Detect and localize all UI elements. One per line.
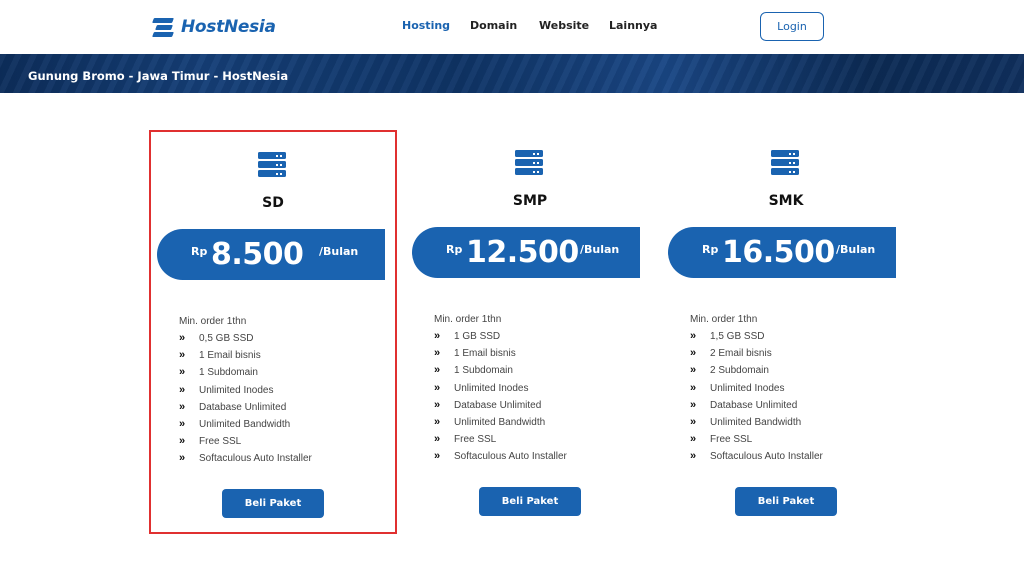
feature-item: » 0,5 GB SSD xyxy=(179,332,254,344)
feature-item: » Unlimited Inodes xyxy=(434,381,529,394)
banner-caption: Gunung Bromo - Jawa Timur - HostNesia xyxy=(28,69,289,83)
price-banner: Rp 12.500 /Bulan xyxy=(412,227,640,278)
price-period: /Bulan xyxy=(319,245,359,258)
login-button[interactable]: Login xyxy=(760,12,824,41)
chevron-right-icon: » xyxy=(434,398,441,411)
feature-item: » Unlimited Bandwidth xyxy=(690,415,802,428)
plan-name: SMK xyxy=(768,193,804,209)
chevron-right-icon: » xyxy=(690,398,697,411)
feature-item: » 1 GB SSD xyxy=(434,330,501,342)
buy-plan-button[interactable]: Beli Paket xyxy=(479,487,581,516)
plan-card-smk: SMK Rp 16.500 /Bulan Min. order 1thn » 1,… xyxy=(662,130,910,534)
nav-item-lainnya[interactable]: Lainnya xyxy=(609,19,657,32)
feature-list: Min. order 1thn » 1,5 GB SSD » 2 Email bis… xyxy=(690,313,823,468)
nav-item-hosting[interactable]: Hosting xyxy=(402,19,450,32)
chevron-right-icon: » xyxy=(690,330,697,342)
feature-item: » Free SSL xyxy=(690,433,753,446)
feature-item: » 1 Subdomain xyxy=(179,366,258,379)
chevron-right-icon: » xyxy=(690,347,697,360)
feature-item: » Softaculous Auto Installer xyxy=(690,450,823,463)
min-order: Min. order 1thn xyxy=(690,314,758,325)
feature-item: » 1 Subdomain xyxy=(434,364,513,377)
server-icon xyxy=(258,152,288,178)
feature-item: » 2 Email bisnis xyxy=(690,347,772,360)
chevron-right-icon: » xyxy=(179,435,186,448)
site-header: HostNesia Hosting Domain Website Lainnya… xyxy=(0,0,1024,54)
feature-item: » Softaculous Auto Installer xyxy=(434,450,567,463)
price-value: 12.500 xyxy=(466,235,579,270)
chevron-right-icon: » xyxy=(434,381,441,394)
feature-item: » 1,5 GB SSD xyxy=(690,330,765,342)
server-icon xyxy=(771,150,801,176)
chevron-right-icon: » xyxy=(434,330,441,342)
price-currency: Rp xyxy=(446,243,463,256)
feature-item: » Unlimited Bandwidth xyxy=(434,415,546,428)
price-banner: Rp 8.500 /Bulan xyxy=(157,229,385,280)
price-currency: Rp xyxy=(191,245,208,258)
feature-item: » Database Unlimited xyxy=(434,398,542,411)
chevron-right-icon: » xyxy=(179,366,186,379)
chevron-right-icon: » xyxy=(179,349,186,362)
chevron-right-icon: » xyxy=(434,347,441,360)
chevron-right-icon: » xyxy=(179,383,186,396)
chevron-right-icon: » xyxy=(179,452,186,465)
chevron-right-icon: » xyxy=(690,433,697,446)
feature-list: Min. order 1thn » 0,5 GB SSD » 1 Email bis… xyxy=(179,315,312,470)
feature-item: » Database Unlimited xyxy=(179,400,287,413)
chevron-right-icon: » xyxy=(179,332,186,344)
feature-item: » Unlimited Inodes xyxy=(179,383,274,396)
plan-card-smp: SMP Rp 12.500 /Bulan Min. order 1thn » 1 … xyxy=(406,130,654,534)
price-value: 8.500 xyxy=(211,237,304,272)
min-order: Min. order 1thn xyxy=(179,316,247,327)
chevron-right-icon: » xyxy=(434,450,441,463)
plan-name: SMP xyxy=(512,193,548,209)
plan-card-sd: SD Rp 8.500 /Bulan Min. order 1thn » 0,5 … xyxy=(149,130,397,534)
chevron-right-icon: » xyxy=(179,417,186,430)
feature-item: » Free SSL xyxy=(179,435,242,448)
buy-plan-button[interactable]: Beli Paket xyxy=(222,489,324,518)
plan-name: SD xyxy=(262,195,284,211)
min-order: Min. order 1thn xyxy=(434,314,502,325)
feature-item: » Unlimited Inodes xyxy=(690,381,785,394)
price-value: 16.500 xyxy=(722,235,835,270)
chevron-right-icon: » xyxy=(690,450,697,463)
feature-item: » 2 Subdomain xyxy=(690,364,769,377)
price-period: /Bulan xyxy=(836,243,876,256)
main-nav: Hosting Domain Website Lainnya xyxy=(0,19,1024,35)
price-currency: Rp xyxy=(702,243,719,256)
feature-item: » 1 Email bisnis xyxy=(179,349,261,362)
buy-plan-button[interactable]: Beli Paket xyxy=(735,487,837,516)
chevron-right-icon: » xyxy=(690,364,697,377)
chevron-right-icon: » xyxy=(434,364,441,377)
nav-item-domain[interactable]: Domain xyxy=(470,19,517,32)
nav-item-website[interactable]: Website xyxy=(539,19,589,32)
chevron-right-icon: » xyxy=(434,433,441,446)
feature-item: » Unlimited Bandwidth xyxy=(179,417,291,430)
chevron-right-icon: » xyxy=(179,400,186,413)
hero-banner: Gunung Bromo - Jawa Timur - HostNesia xyxy=(0,54,1024,93)
feature-item: » Database Unlimited xyxy=(690,398,798,411)
server-icon xyxy=(515,150,545,176)
chevron-right-icon: » xyxy=(690,415,697,428)
feature-item: » 1 Email bisnis xyxy=(434,347,516,360)
feature-list: Min. order 1thn » 1 GB SSD » 1 Email bisni… xyxy=(434,313,567,468)
chevron-right-icon: » xyxy=(690,381,697,394)
price-banner: Rp 16.500 /Bulan xyxy=(668,227,896,278)
chevron-right-icon: » xyxy=(434,415,441,428)
feature-item: » Softaculous Auto Installer xyxy=(179,452,312,465)
price-period: /Bulan xyxy=(580,243,620,256)
feature-item: » Free SSL xyxy=(434,433,497,446)
